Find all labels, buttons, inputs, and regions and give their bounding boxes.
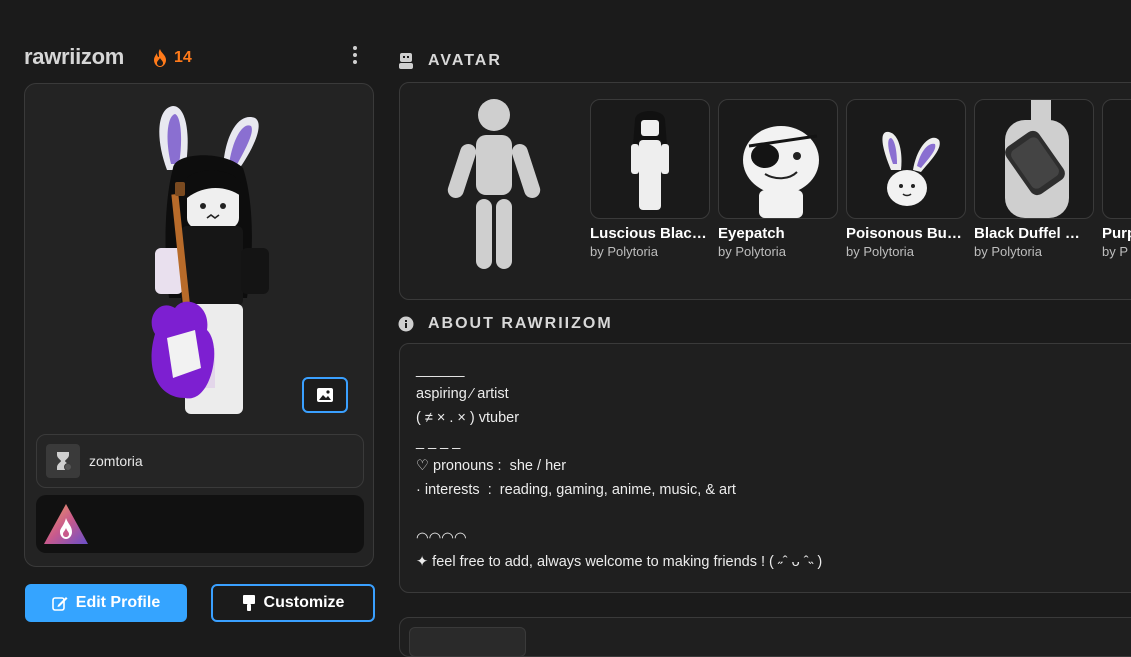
about-line: _ _ _ _ [416,434,461,450]
item-name: Black Duffel … [974,225,1080,242]
edit-profile-button[interactable]: Edit Profile [25,584,187,622]
pencil-icon [51,597,68,611]
avatar-item[interactable]: Purp by P [1102,99,1131,259]
item-name: Luscious Blac… [590,225,707,242]
avatar-render [151,106,269,414]
about-line: ( ≠ × . × ) vtuber [416,410,520,426]
about-line: ✦ feel free to add, always welcome to ma… [416,554,823,570]
avatar-section-title: AVATAR [398,52,502,70]
item-creator: by Polytoria [846,244,914,259]
about-section-title: ABOUT RAWRIIZOM [398,315,613,333]
avatar-item[interactable]: Poisonous Bu… by Polytoria [846,99,966,259]
item-creator: by P [1102,244,1129,259]
about-panel: ______ aspiring ⁄ artist ( ≠ × . × ) vtu… [399,343,1131,593]
item-name: Poisonous Bu… [846,225,962,242]
next-section-panel [399,617,1131,657]
about-line: · interests : reading, gaming, anime, mu… [416,482,736,498]
about-title-text: ABOUT RAWRIIZOM [428,315,613,332]
avatar-item[interactable]: Luscious Blac… by Polytoria [590,99,710,259]
about-line: ♡ pronouns : she / her [416,458,567,474]
avatar-items-list: Luscious Blac… by Polytoria Eyepatch by … [590,99,1131,259]
flame-icon [154,49,166,67]
info-icon [398,316,414,332]
paint-brush-icon [242,595,255,611]
item-creator: by Polytoria [974,244,1042,259]
kebab-menu-icon[interactable] [340,40,370,70]
streak-indicator: 14 [152,49,192,67]
username: rawriizom [24,44,124,69]
tab-button[interactable] [409,627,526,657]
item-thumbnail [1102,99,1131,219]
avatar-item[interactable]: Black Duffel … by Polytoria [974,99,1094,259]
avatar-icon [399,53,413,69]
about-line: ______ [416,362,465,378]
hourglass-icon [46,444,80,478]
customize-button[interactable]: Customize [211,584,375,622]
body-parts-figure[interactable] [446,99,542,271]
guild-link[interactable]: zomtoria [36,434,364,488]
about-line: ◠◠◠◠ [416,530,467,546]
item-thumbnail [846,99,966,219]
avatar-title-text: AVATAR [428,52,502,69]
item-thumbnail [718,99,838,219]
image-icon [317,388,333,402]
guild-name: zomtoria [89,453,143,469]
item-name: Eyepatch [718,225,785,242]
about-line: aspiring ⁄ artist [416,386,509,402]
badge-strip [36,495,364,553]
item-name: Purp [1102,225,1131,242]
profile-header: rawriizom 14 [24,44,374,74]
about-text: ______ aspiring ⁄ artist ( ≠ × . × ) vtu… [416,358,822,574]
about-line [416,502,822,526]
edit-profile-label: Edit Profile [75,594,161,611]
avatar-items-panel: Luscious Blac… by Polytoria Eyepatch by … [399,82,1131,300]
item-creator: by Polytoria [718,244,786,259]
streak-count: 14 [174,49,192,66]
avatar-item[interactable]: Eyepatch by Polytoria [718,99,838,259]
customize-label: Customize [263,594,345,611]
item-creator: by Polytoria [590,244,658,259]
item-thumbnail [590,99,710,219]
view-image-button[interactable] [302,377,348,413]
avatar-card: zomtoria [24,83,374,567]
item-thumbnail [974,99,1094,219]
flame-triangle-badge-icon[interactable] [42,502,90,546]
